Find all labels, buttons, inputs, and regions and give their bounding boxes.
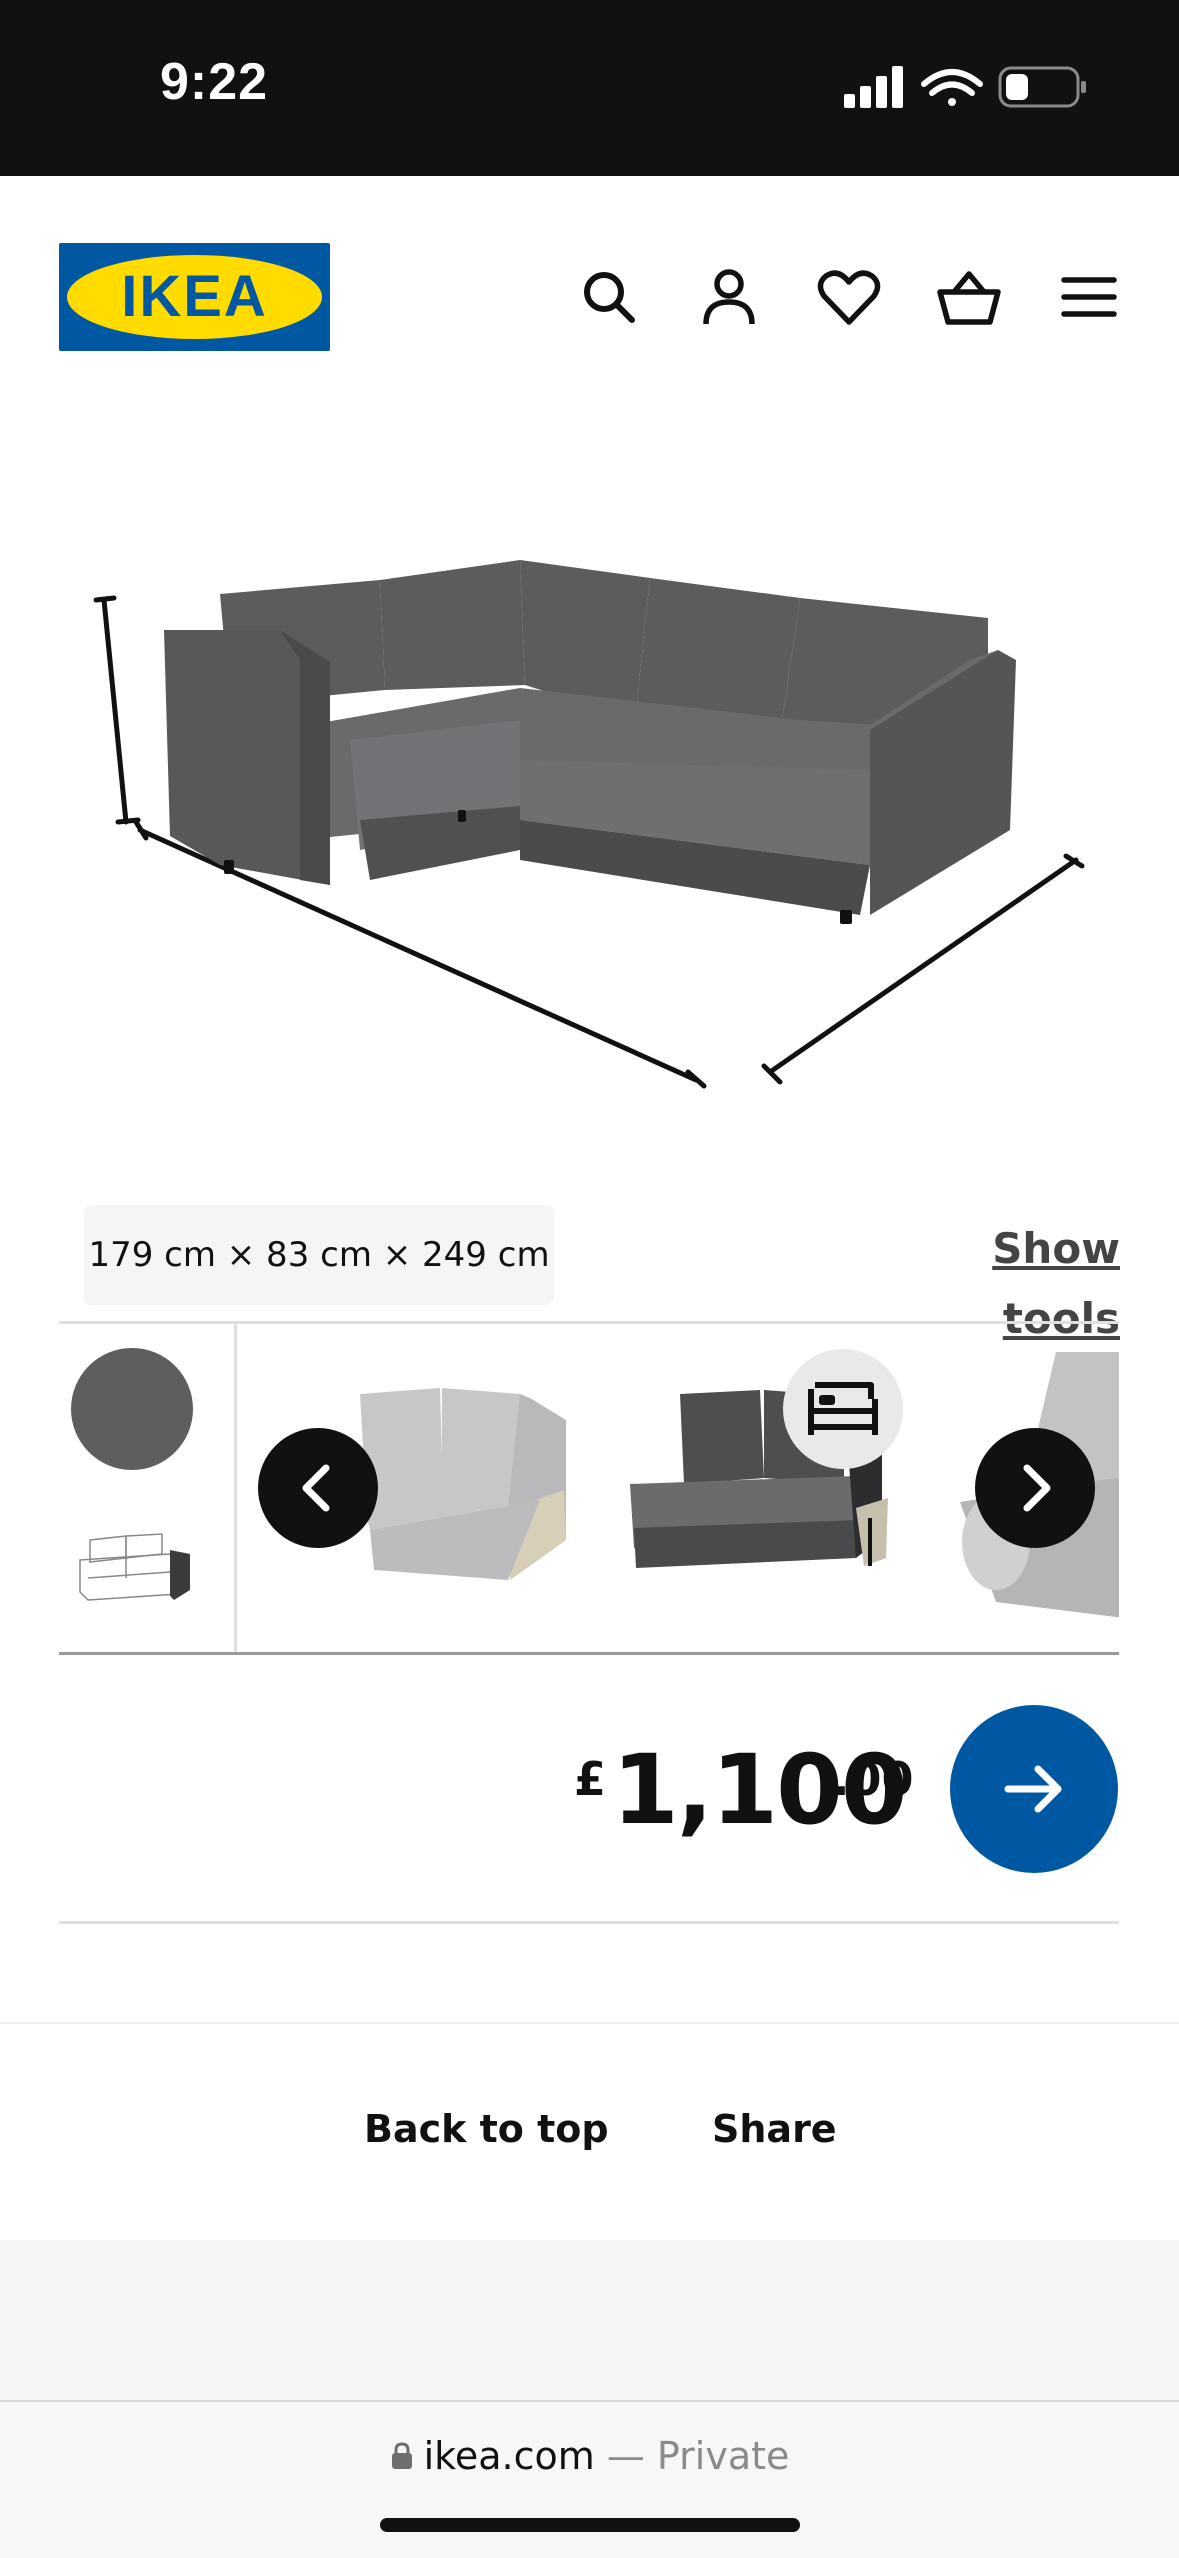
battery-icon — [998, 66, 1086, 108]
wifi-icon — [921, 69, 983, 106]
heart-icon[interactable] — [814, 262, 884, 332]
carousel-next-button[interactable] — [975, 1428, 1095, 1548]
home-indicator — [380, 2518, 800, 2532]
back-to-top-link[interactable]: Back to top — [364, 2107, 609, 2151]
chevron-right-icon — [1023, 1464, 1051, 1512]
color-swatch-selected[interactable] — [71, 1348, 193, 1470]
price-decimal: .00 — [832, 1752, 914, 1806]
signal-icon — [844, 66, 903, 108]
chevron-left-icon — [302, 1464, 330, 1512]
basket-icon[interactable] — [934, 262, 1004, 332]
url-mode: — Private — [606, 2434, 790, 2478]
logo-text: IKEA — [121, 264, 268, 329]
status-time: 9:22 — [160, 53, 269, 111]
status-indicators — [844, 66, 1086, 108]
divider-strip-bottom — [59, 1652, 1119, 1655]
account-icon[interactable] — [694, 262, 764, 332]
url-display[interactable]: ikea.com — Private — [0, 2434, 1179, 2478]
lock-icon — [391, 2442, 412, 2469]
status-bar: 9:22 — [0, 0, 1179, 176]
menu-icon[interactable] — [1054, 262, 1124, 332]
divider-price-bottom — [59, 1921, 1119, 1924]
footer-band — [0, 2240, 1179, 2400]
carousel-prev-button[interactable] — [258, 1428, 378, 1548]
product-image-corner-sofa[interactable] — [80, 520, 1100, 1100]
browser-url-bar[interactable] — [0, 2400, 1179, 2558]
dimensions-label: 179 cm × 83 cm × 249 cm — [84, 1205, 554, 1305]
share-link[interactable]: Share — [712, 2107, 837, 2151]
arrow-right-icon — [1004, 1765, 1062, 1813]
ikea-logo[interactable]: IKEA — [59, 243, 330, 351]
sofa-bed-icon — [808, 1382, 878, 1435]
divider-top — [59, 1321, 1119, 1324]
show-tools-link[interactable]: Show tools — [870, 1214, 1120, 1343]
search-icon[interactable] — [574, 262, 644, 332]
swatch-panel-divider — [234, 1324, 237, 1654]
continue-button[interactable] — [950, 1705, 1118, 1873]
footer-separator — [0, 2022, 1179, 2024]
sofa-bed-badge — [783, 1349, 903, 1469]
url-domain: ikea.com — [423, 2434, 595, 2478]
sofa-outline-thumbnail[interactable] — [74, 1530, 198, 1606]
price-currency: £ — [574, 1752, 607, 1806]
